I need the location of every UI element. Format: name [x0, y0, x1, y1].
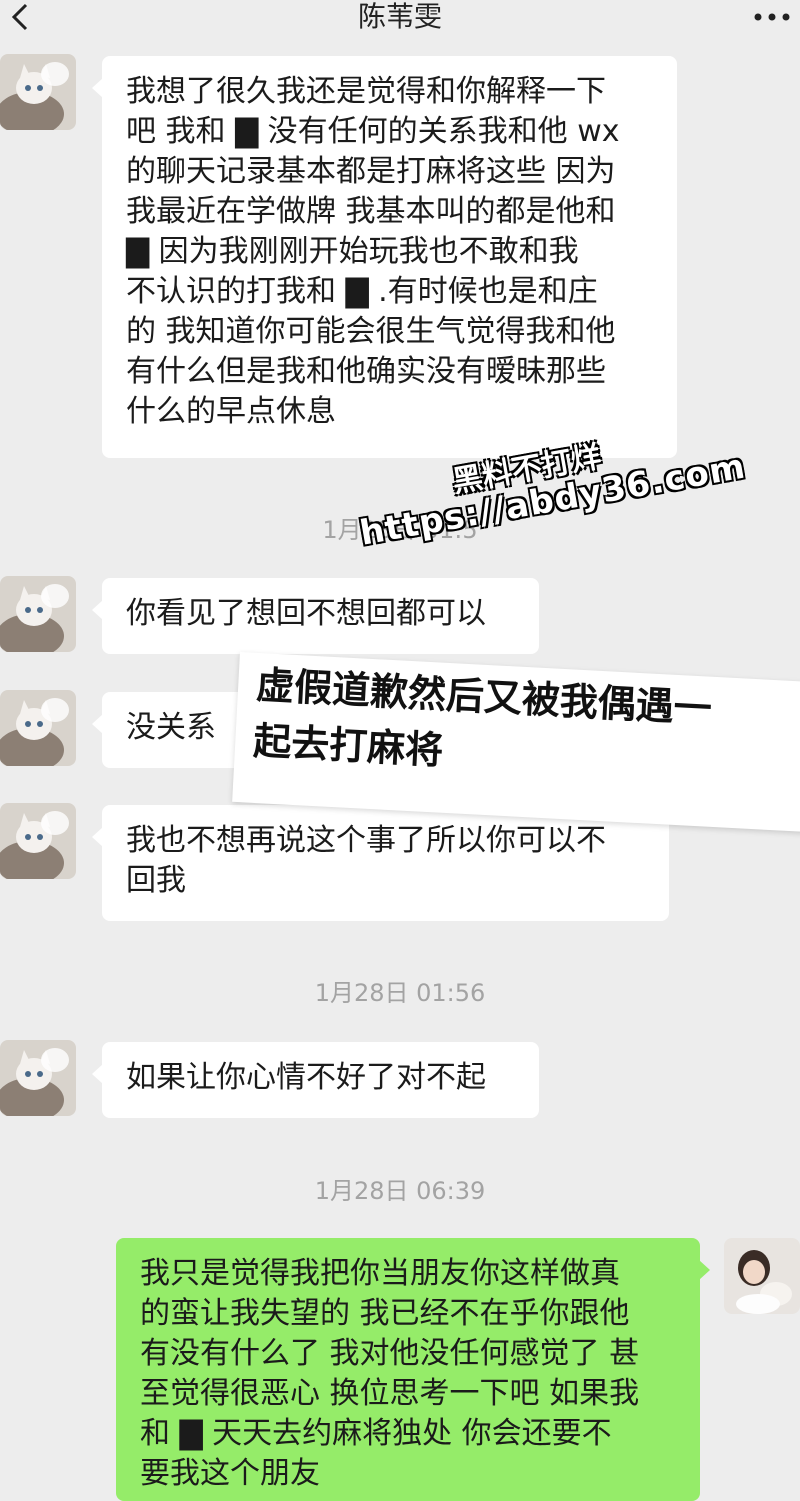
chat-title: 陈苇雯	[357, 0, 442, 33]
message-bubble[interactable]: 如果让你心情不好了对不起	[92, 1042, 539, 1118]
message-bubble[interactable]: 我想了很久我还是觉得和你解释一下 吧 我和 ▇ 没有任何的关系我和他 wx 的聊…	[92, 56, 677, 458]
message-bubble[interactable]: 我也不想再说这个事了所以你可以不 回我	[92, 805, 669, 921]
chat-header: 陈苇雯	[0, 0, 800, 40]
more-dots-icon	[754, 13, 790, 21]
cat-avatar-icon	[0, 1040, 76, 1116]
contact-avatar[interactable]	[0, 690, 76, 766]
cat-avatar-icon	[0, 690, 76, 766]
contact-avatar[interactable]	[0, 803, 76, 879]
contact-avatar[interactable]	[0, 1040, 76, 1116]
cat-avatar-icon	[0, 54, 76, 130]
more-button[interactable]	[752, 2, 792, 32]
contact-avatar[interactable]	[0, 576, 76, 652]
message-text: 我也不想再说这个事了所以你可以不 回我	[126, 823, 606, 898]
timestamp: 1月28日 06:39	[314, 1177, 486, 1205]
message-text: 我想了很久我还是觉得和你解释一下 吧 我和 ▇ 没有任何的关系我和他 wx 的聊…	[126, 74, 620, 429]
message-text: 你看见了想回不想回都可以	[126, 596, 486, 631]
timestamp: 1月28日 01:56	[314, 979, 486, 1007]
message-text: 我只是觉得我把你当朋友你这样做真 的蛮让我失望的 我已经不在乎你跟他 有没有什么…	[140, 1256, 640, 1491]
cat-avatar-icon	[0, 803, 76, 879]
overlay-caption-box: 虚假道歉然后又被我偶遇一 起去打麻将	[232, 652, 800, 833]
cat-avatar-icon	[0, 576, 76, 652]
message-text: 如果让你心情不好了对不起	[126, 1060, 486, 1095]
my-avatar[interactable]	[724, 1238, 800, 1314]
message-bubble-outgoing[interactable]: 我只是觉得我把你当朋友你这样做真 的蛮让我失望的 我已经不在乎你跟他 有没有什么…	[116, 1238, 710, 1501]
contact-avatar[interactable]	[0, 54, 76, 130]
user-photo-avatar-icon	[724, 1238, 800, 1314]
overlay-caption-text: 虚假道歉然后又被我偶遇一 起去打麻将	[252, 662, 713, 773]
